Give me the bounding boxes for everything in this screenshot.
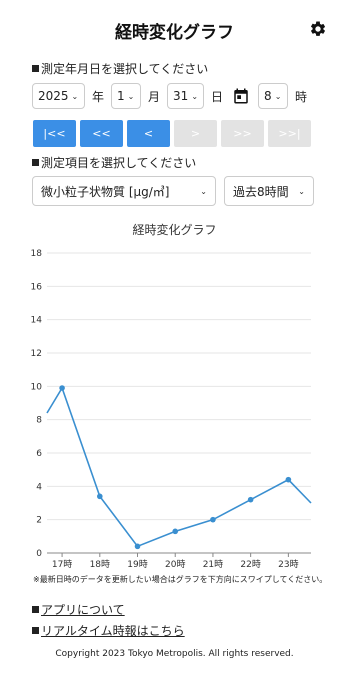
day-select[interactable]: 31 ⌄ [167, 83, 205, 109]
y-tick-label: 4 [36, 482, 42, 492]
day-unit-label: 日 [211, 89, 224, 104]
page-title: 経時変化グラフ [115, 23, 234, 43]
chevron-down-icon: ⌄ [127, 91, 135, 101]
swipe-note: ※最新日時のデータを更新したい場合はグラフを下方向にスワイプしてください。 [33, 575, 328, 584]
calendar-icon[interactable] [232, 87, 250, 105]
square-bullet-icon [32, 606, 39, 613]
x-tick-label: 22時 [240, 559, 260, 570]
data-point [59, 385, 65, 391]
data-point [172, 528, 179, 535]
month-unit-label: 月 [148, 89, 161, 104]
y-tick-label: 10 [31, 382, 43, 392]
hour-unit-label: 時 [295, 89, 308, 104]
data-point [285, 476, 292, 483]
item-selector-row: 微小粒子状物質 [µg/㎥] ⌄ 過去8時間 ⌄ [32, 176, 314, 206]
app-header: 経時変化グラフ [0, 0, 349, 56]
y-tick-label: 18 [31, 249, 43, 259]
line-chart[interactable]: 0 2 4 6 8 10 12 14 16 18 17時 18時 19時 20時 21時 22時 23時 [0, 240, 349, 572]
back-button[interactable]: < [127, 120, 170, 147]
measurement-item-select[interactable]: 微小粒子状物質 [µg/㎥] ⌄ [32, 176, 216, 206]
chart-title: 経時変化グラフ [132, 223, 217, 237]
first-page-button[interactable]: |<< [33, 120, 76, 147]
y-tick-label: 8 [36, 416, 42, 426]
hour-select[interactable]: 8 ⌄ [258, 83, 289, 109]
copyright-footer: Copyright 2023 Tokyo Metropolis. All rig… [55, 649, 294, 659]
forward-fast-button[interactable]: >> [221, 120, 264, 147]
x-tick-label: 17時 [52, 559, 72, 570]
data-point [247, 496, 254, 503]
date-selector-row: 2025 ⌄ 年 1 ⌄ 月 31 ⌄ 日 8 ⌄ 時 [32, 82, 314, 110]
x-tick-label: 21時 [203, 559, 223, 570]
data-point [97, 493, 103, 500]
x-tick-label: 18時 [90, 559, 110, 570]
data-point [210, 516, 216, 523]
realtime-link[interactable]: リアルタイム時報はこちら [32, 622, 185, 639]
item-section-label: 測定項目を選択してください [32, 154, 196, 171]
chevron-down-icon: ⌄ [200, 186, 207, 196]
period-select[interactable]: 過去8時間 ⌄ [224, 176, 314, 206]
y-tick-label: 6 [36, 449, 42, 459]
square-bullet-icon [32, 65, 39, 72]
y-tick-label: 2 [36, 516, 42, 526]
y-tick-label: 0 [36, 549, 42, 559]
y-tick-label: 14 [31, 316, 43, 326]
y-tick-label: 12 [31, 349, 42, 359]
x-tick-label: 19時 [127, 559, 147, 570]
last-page-button[interactable]: >>| [268, 120, 311, 147]
square-bullet-icon [32, 627, 39, 634]
chevron-down-icon: ⌄ [274, 91, 282, 101]
chevron-down-icon: ⌄ [298, 186, 305, 196]
year-unit-label: 年 [92, 89, 105, 104]
data-point [134, 543, 141, 550]
series-line [46, 386, 312, 548]
x-tick-label: 23時 [278, 559, 298, 570]
gear-icon[interactable] [309, 20, 327, 38]
year-select[interactable]: 2025 ⌄ [32, 83, 85, 109]
forward-button[interactable]: > [174, 120, 217, 147]
back-fast-button[interactable]: << [80, 120, 123, 147]
month-select[interactable]: 1 ⌄ [111, 83, 142, 109]
date-section-label: 測定年月日を選択してください [32, 60, 208, 77]
x-tick-label: 20時 [165, 559, 185, 570]
chevron-down-icon: ⌄ [191, 91, 199, 101]
y-tick-label: 16 [31, 282, 43, 292]
time-navigation: |<< << < > >> >>| [33, 120, 311, 147]
about-link[interactable]: アプリについて [32, 601, 125, 618]
chevron-down-icon: ⌄ [71, 91, 79, 101]
square-bullet-icon [32, 159, 39, 166]
